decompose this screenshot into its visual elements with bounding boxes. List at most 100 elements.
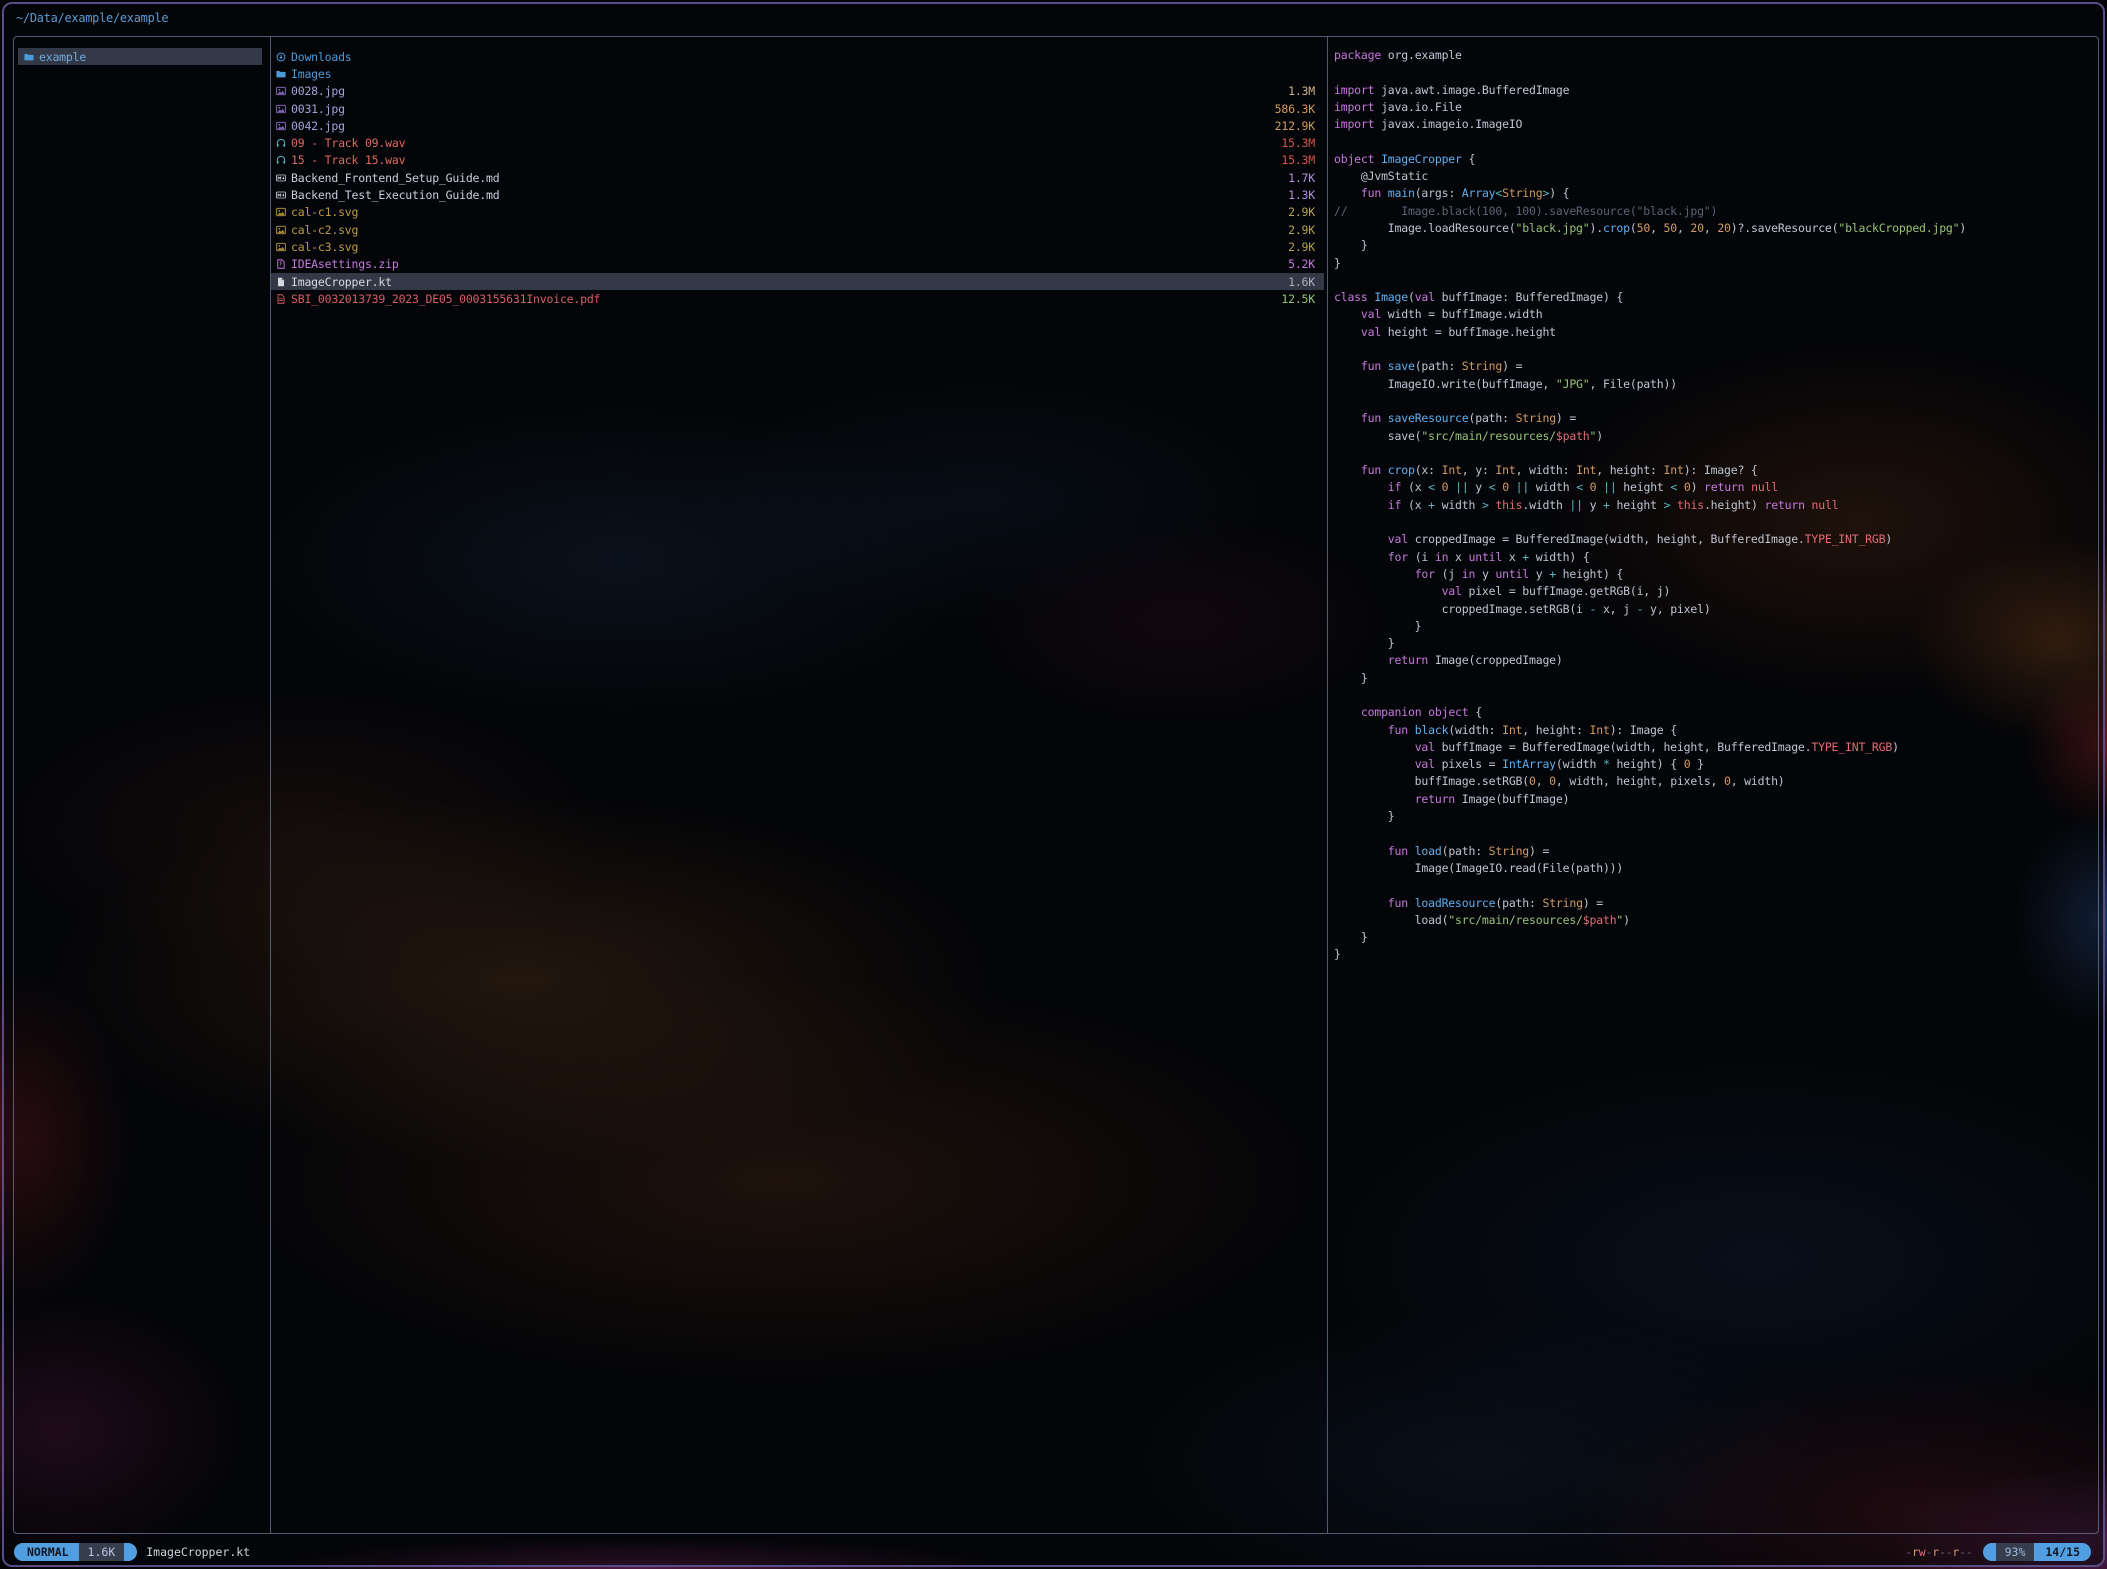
file-size: 212.9K — [1275, 119, 1315, 133]
code-line: import java.io.File — [1334, 100, 2104, 117]
code-line: Image.loadResource("black.jpg").crop(50,… — [1334, 221, 2104, 238]
file-row[interactable]: Downloads — [271, 48, 1324, 65]
markdown-icon — [276, 173, 291, 183]
image-icon — [276, 121, 291, 131]
file-row[interactable]: Backend_Frontend_Setup_Guide.md 1.7K — [271, 169, 1324, 186]
file-name: cal-c1.svg — [291, 205, 358, 219]
mode-badge: NORMAL — [14, 1543, 79, 1561]
code-line: fun load(path: String) = — [1334, 844, 2104, 861]
code-line: import java.awt.image.BufferedImage — [1334, 83, 2104, 100]
file-row[interactable]: example — [18, 48, 262, 65]
code-line: package org.example — [1334, 48, 2104, 65]
image-icon — [276, 242, 291, 252]
file-size: 1.3K — [1288, 188, 1315, 202]
file-name: 0031.jpg — [291, 102, 345, 116]
file-name: 15 - Track 15.wav — [291, 153, 405, 167]
zip-icon — [276, 259, 291, 269]
file-size: 12.5K — [1281, 292, 1315, 306]
file-size: 586.3K — [1275, 102, 1315, 116]
file-row[interactable]: 0028.jpg 1.3M — [271, 83, 1324, 100]
code-line: } — [1334, 671, 2104, 688]
code-line: val pixel = buffImage.getRGB(i, j) — [1334, 584, 2104, 601]
folder-download-icon — [276, 52, 291, 62]
code-line: save("src/main/resources/$path") — [1334, 429, 2104, 446]
file-row[interactable]: IDEAsettings.zip5.2K — [271, 256, 1324, 273]
file-name: ImageCropper.kt — [291, 275, 392, 289]
file-row[interactable]: Backend_Test_Execution_Guide.md 1.3K — [271, 186, 1324, 203]
code-line: for (i in x until x + width) { — [1334, 550, 2104, 567]
file-row[interactable]: cal-c1.svg 2.9K — [271, 204, 1324, 221]
code-line — [1334, 134, 2104, 151]
folder-icon — [276, 69, 291, 79]
code-line: for (j in y until y + height) { — [1334, 567, 2104, 584]
file-position: 14/15 — [2034, 1543, 2091, 1561]
file-list-pane: DownloadsImages 0028.jpg 1.3M 0031.jpg 586.3… — [271, 48, 1324, 307]
file-size-badge: 1.6K — [79, 1543, 125, 1561]
code-line — [1334, 342, 2104, 359]
file-name: Backend_Test_Execution_Guide.md — [291, 188, 499, 202]
file-size: 1.3M — [1288, 84, 1315, 98]
terminal-window: ~/Data/example/example example Downloads… — [2, 2, 2105, 1567]
file-name: cal-c3.svg — [291, 240, 358, 254]
code-line: ImageIO.write(buffImage, "JPG", File(pat… — [1334, 377, 2104, 394]
file-row[interactable]: cal-c3.svg 2.9K — [271, 238, 1324, 255]
status-left: NORMAL 1.6K ImageCropper.kt — [14, 1543, 250, 1561]
code-line — [1334, 446, 2104, 463]
code-line: } — [1334, 619, 2104, 636]
image-icon — [276, 225, 291, 235]
code-line: fun main(args: Array<String>) { — [1334, 186, 2104, 203]
file-row[interactable]: ImageCropper.kt 1.6K — [271, 273, 1324, 290]
code-line — [1334, 826, 2104, 843]
file-size: 2.9K — [1288, 223, 1315, 237]
code-line: fun loadResource(path: String) = — [1334, 896, 2104, 913]
code-line: if (x + width > this.width || y + height… — [1334, 498, 2104, 515]
file-size: 15.3M — [1281, 136, 1315, 150]
position-pill: 93% 14/15 — [1983, 1543, 2091, 1561]
file-row[interactable]: 0042.jpg 212.9K — [271, 117, 1324, 134]
file-row[interactable]: SBI_0032013739_2023_DE05_0003155631Invoi… — [271, 290, 1324, 307]
image-icon — [276, 86, 291, 96]
file-name: 0028.jpg — [291, 84, 345, 98]
code-line: } — [1334, 256, 2104, 273]
code-line: return Image(croppedImage) — [1334, 653, 2104, 670]
file-size: 1.7K — [1288, 171, 1315, 185]
file-row[interactable]: 09 - Track 09.wav15.3M — [271, 134, 1324, 151]
status-right: -rw-r--r-- 93% 14/15 — [1905, 1543, 2091, 1561]
code-line: val width = buffImage.width — [1334, 307, 2104, 324]
pill-cap-icon — [124, 1543, 137, 1561]
file-size: 1.6K — [1288, 275, 1315, 289]
code-line: val buffImage = BufferedImage(width, hei… — [1334, 740, 2104, 757]
code-line: import javax.imageio.ImageIO — [1334, 117, 2104, 134]
file-name: example — [39, 50, 86, 64]
file-row[interactable]: Images — [271, 65, 1324, 82]
file-name: SBI_0032013739_2023_DE05_0003155631Invoi… — [291, 292, 600, 306]
file-name: Downloads — [291, 50, 352, 64]
headphones-icon — [276, 138, 291, 148]
code-line: fun crop(x: Int, y: Int, width: Int, hei… — [1334, 463, 2104, 480]
code-line — [1334, 65, 2104, 82]
code-line: } — [1334, 238, 2104, 255]
scroll-percent: 93% — [1996, 1543, 2035, 1561]
code-line — [1334, 688, 2104, 705]
file-name: Backend_Frontend_Setup_Guide.md — [291, 171, 499, 185]
code-line: val pixels = IntArray(width * height) { … — [1334, 757, 2104, 774]
code-line: fun saveResource(path: String) = — [1334, 411, 2104, 428]
code-line: } — [1334, 636, 2104, 653]
code-line: val height = buffImage.height — [1334, 325, 2104, 342]
image-icon — [276, 104, 291, 114]
file-name: 0042.jpg — [291, 119, 345, 133]
file-row[interactable]: 0031.jpg 586.3K — [271, 100, 1324, 117]
markdown-icon — [276, 190, 291, 200]
file-row[interactable]: 15 - Track 15.wav 15.3M — [271, 152, 1324, 169]
code-line: } — [1334, 809, 2104, 826]
code-line: @JvmStatic — [1334, 169, 2104, 186]
code-line: Image(ImageIO.read(File(path))) — [1334, 861, 2104, 878]
code-line: fun black(width: Int, height: Int): Imag… — [1334, 723, 2104, 740]
code-line — [1334, 394, 2104, 411]
pdf-icon — [276, 294, 291, 304]
file-row[interactable]: cal-c2.svg2.9K — [271, 221, 1324, 238]
file-size: 2.9K — [1288, 205, 1315, 219]
preview-pane-divider — [1327, 37, 1328, 1533]
file-size: 15.3M — [1281, 153, 1315, 167]
file-size: 2.9K — [1288, 240, 1315, 254]
